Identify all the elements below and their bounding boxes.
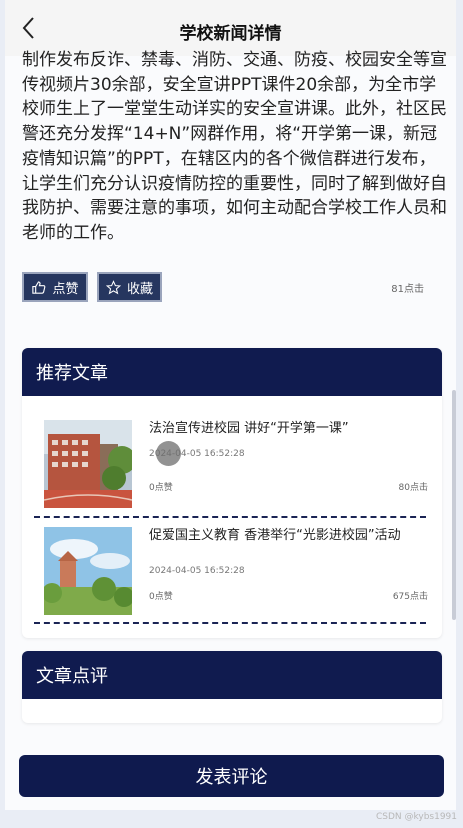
thumbs-up-icon (32, 280, 46, 294)
like-label: 点赞 (52, 281, 79, 297)
page: 学校新闻详情 制作发布反诈、禁毒、消防、交通、防疫、校园安全等宣传视频片30余部… (5, 0, 456, 810)
recommended-item-clicks: 80点击 (398, 483, 428, 493)
favorite-label: 收藏 (126, 281, 153, 297)
recommended-item-1[interactable]: 法治宣传进校园 讲好“开学第一课” 2024-04-05 16:52:28 0点… (44, 420, 428, 520)
article-text: 制作发布反诈、禁毒、消防、交通、防疫、校园安全等宣传视频片30余部，安全宣讲PP… (22, 50, 447, 243)
page-title: 学校新闻详情 (179, 24, 282, 44)
recommended-item-2[interactable]: 促爱国主义教育 香港举行“光影进校园”活动 2024-04-05 16:52:2… (44, 527, 428, 627)
star-icon (105, 279, 121, 294)
item-divider (34, 516, 426, 518)
recommended-item-title: 促爱国主义教育 香港举行“光影进校园”活动 (149, 528, 401, 543)
recommended-item-title: 法治宣传进校园 讲好“开学第一课” (149, 421, 349, 436)
article-thumbnail (44, 527, 132, 615)
recommended-item-clicks: 675点击 (392, 592, 428, 602)
article-thumbnail (44, 420, 132, 508)
recommended-section: 推荐文章 法治宣传进校园 讲好“开学第一课” 2024-04-05 16:52:… (22, 348, 442, 638)
scrollbar[interactable] (452, 390, 456, 620)
click-count: 81点击 (391, 284, 424, 295)
recommended-item-likes: 0点赞 (149, 483, 173, 493)
recommended-item-likes: 0点赞 (149, 592, 173, 602)
recommended-heading: 推荐文章 (22, 348, 442, 396)
article-body: 制作发布反诈、禁毒、消防、交通、防疫、校园安全等宣传视频片30余部，安全宣讲PP… (22, 48, 448, 246)
comments-heading: 文章点评 (22, 651, 442, 699)
watermark: CSDN @kybs1991 (375, 812, 457, 822)
favorite-button[interactable]: 收藏 (97, 272, 162, 302)
recommended-item-date: 2024-04-05 16:52:28 (149, 566, 245, 576)
comments-section: 文章点评 (22, 651, 442, 723)
article-actions: 点赞 收藏 81点击 (22, 272, 442, 304)
like-button[interactable]: 点赞 (22, 272, 88, 302)
touch-indicator (156, 441, 181, 466)
post-comment-button[interactable]: 发表评论 (19, 755, 444, 797)
item-divider (34, 622, 426, 624)
